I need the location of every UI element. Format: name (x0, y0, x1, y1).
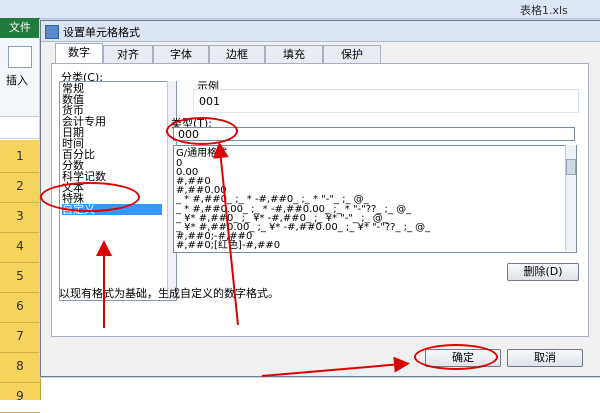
annotation-arrows (96, 142, 410, 377)
arrow-to-type (212, 142, 239, 326)
arrow-to-ok (261, 356, 410, 377)
